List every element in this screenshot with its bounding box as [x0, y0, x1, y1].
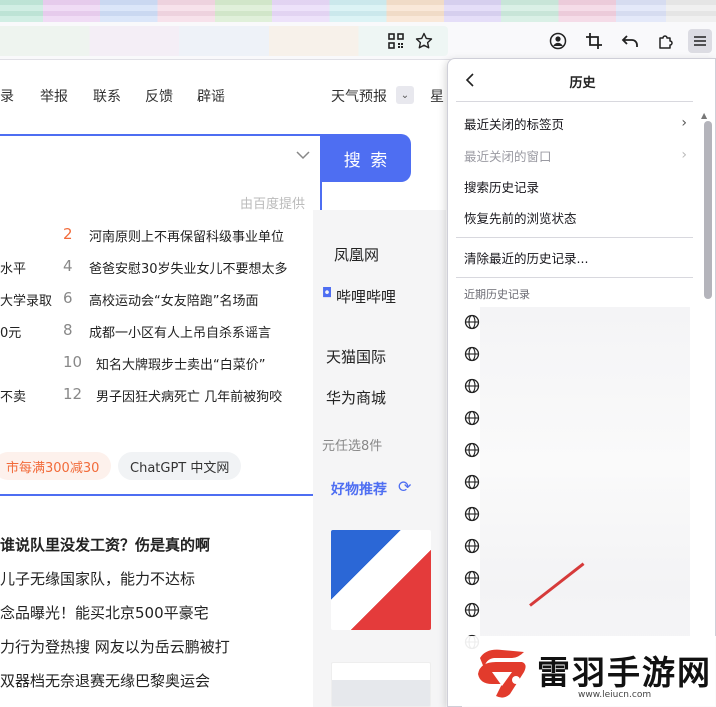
- scroll-up-icon[interactable]: ▲: [701, 111, 707, 120]
- history-entry-globe-icon[interactable]: [464, 506, 484, 526]
- menu-recent-windows: 最近关闭的窗口 ›: [456, 140, 693, 170]
- bilibili-icon: ◘: [322, 286, 333, 301]
- site-link-bilibili[interactable]: 哔哩哔哩: [336, 286, 396, 307]
- site-links-column: [313, 210, 446, 707]
- chevron-down-icon[interactable]: [296, 148, 310, 164]
- hot-item[interactable]: 男子因狂犬病死亡 几年前被狗咬: [96, 386, 282, 405]
- news-item[interactable]: 双器档无奈退赛无缘巴黎奥运会: [0, 670, 210, 691]
- news-item[interactable]: 谁说队里没发工资？伤是真的啊: [0, 534, 210, 555]
- hot-item-fragment[interactable]: 不卖: [0, 386, 26, 405]
- history-entry-globe-icon[interactable]: [464, 474, 484, 494]
- chevron-right-icon: ›: [681, 115, 687, 131]
- panel-title: 历史: [569, 76, 596, 91]
- chatgpt-chip[interactable]: ChatGPT 中文网: [118, 452, 242, 480]
- history-entry-globe-icon[interactable]: [464, 570, 484, 590]
- hot-rank: 10: [63, 353, 83, 371]
- menu-recent-tabs[interactable]: 最近关闭的标签页 ›: [456, 108, 693, 138]
- menu-label: 搜索历史记录: [464, 179, 540, 195]
- nav-link-feedback[interactable]: 反馈: [145, 86, 173, 106]
- hot-rank: 12: [63, 385, 83, 403]
- tab-strip[interactable]: [0, 0, 716, 22]
- weather-dropdown-icon[interactable]: ⌄: [396, 86, 414, 104]
- navigation-toolbar: [0, 22, 716, 60]
- product-ad-image[interactable]: [331, 662, 431, 707]
- nav-link-star[interactable]: 星: [430, 86, 444, 106]
- news-item[interactable]: 力行为登热搜 网友以为岳云鹏被打: [0, 636, 230, 657]
- menu-label: 最近关闭的窗口: [464, 148, 552, 164]
- screenshot-icon[interactable]: [582, 29, 606, 53]
- history-entry-globe-icon[interactable]: [464, 410, 484, 430]
- history-entry-globe-icon[interactable]: [464, 442, 484, 462]
- site-link-tmall[interactable]: 天猫国际: [326, 346, 386, 367]
- history-entry-globe-icon[interactable]: [464, 538, 484, 558]
- divider: [456, 237, 693, 238]
- history-entry-globe-icon[interactable]: [464, 602, 484, 622]
- hot-item[interactable]: 河南原则上不再保留科级事业单位: [89, 226, 284, 245]
- nav-link-report[interactable]: 举报: [40, 86, 68, 106]
- baidu-provider-note: 由百度提供: [240, 197, 306, 212]
- extensions-icon[interactable]: [654, 29, 678, 53]
- url-bar[interactable]: [0, 26, 448, 56]
- menu-search-history[interactable]: 搜索历史记录: [456, 171, 693, 201]
- panel-header: 历史: [448, 59, 715, 101]
- menu-restore-session[interactable]: 恢复先前的浏览状态: [456, 202, 693, 232]
- hot-rank: 6: [63, 289, 73, 307]
- divider: [456, 277, 693, 278]
- account-icon[interactable]: [546, 29, 570, 53]
- site-link-ifeng[interactable]: 凤凰网: [334, 244, 379, 265]
- nav-link[interactable]: 录: [0, 86, 14, 106]
- watermark-name: 雷羽手游网: [537, 653, 712, 692]
- search-dropdown: [0, 134, 322, 496]
- history-entry-globe-icon[interactable]: [464, 314, 484, 334]
- hot-rank: 4: [63, 257, 73, 275]
- chevron-right-icon: ›: [681, 147, 687, 163]
- hot-item[interactable]: 成都一小区有人上吊自杀系谣言: [89, 322, 271, 341]
- qr-code-icon[interactable]: [384, 29, 408, 53]
- nav-link-contact[interactable]: 联系: [93, 86, 121, 106]
- hot-rank: 2: [63, 225, 73, 243]
- hot-item[interactable]: 知名大牌瑕步士卖出“白菜价”: [96, 354, 265, 373]
- nav-link-rumor[interactable]: 辟谣: [197, 86, 225, 106]
- hot-item-fragment[interactable]: 大学录取: [0, 290, 52, 309]
- watermark-url: www.leiucn.com: [578, 690, 652, 700]
- menu-label: 清除最近的历史记录...: [464, 250, 589, 266]
- hot-rank: 8: [63, 321, 73, 339]
- hot-item[interactable]: 爸爸安慰30岁失业女儿不要想太多: [89, 258, 288, 277]
- bookmark-star-icon[interactable]: [412, 29, 436, 53]
- history-panel: 历史 最近关闭的标签页 › 最近关闭的窗口 › 搜索历史记录 恢复先前的浏览状态…: [447, 58, 716, 707]
- product-ad-image[interactable]: [331, 530, 431, 630]
- menu-label: 最近关闭的标签页: [464, 116, 565, 132]
- recommend-title[interactable]: 好物推荐: [331, 479, 387, 499]
- recent-history-label: 近期历史记录: [464, 288, 530, 301]
- menu-icon[interactable]: [688, 29, 712, 53]
- hot-item-fragment[interactable]: 0元: [0, 322, 21, 341]
- nav-link-weather[interactable]: 天气预报: [331, 86, 387, 106]
- hot-item[interactable]: 高校运动会“女友陪跑”名场面: [89, 290, 258, 309]
- news-item[interactable]: 儿子无缘国家队，能力不达标: [0, 568, 195, 589]
- refresh-icon[interactable]: ⟳: [398, 477, 411, 496]
- menu-clear-history[interactable]: 清除最近的历史记录...: [456, 242, 693, 272]
- news-item[interactable]: 念品曝光！能买北京500平豪宅: [0, 602, 209, 623]
- search-button[interactable]: 搜 索: [322, 134, 411, 182]
- leiyu-logo-icon: [472, 644, 530, 700]
- menu-label: 恢复先前的浏览状态: [464, 210, 577, 226]
- history-entry-globe-icon[interactable]: [464, 346, 484, 366]
- promo-chip[interactable]: 市每满300减30: [0, 452, 112, 480]
- history-entry-globe-icon[interactable]: [464, 378, 484, 398]
- scrollbar-thumb[interactable]: [704, 121, 712, 299]
- site-link-huawei[interactable]: 华为商城: [326, 387, 386, 408]
- undo-icon[interactable]: [618, 29, 642, 53]
- hot-item-fragment[interactable]: 水平: [0, 258, 26, 277]
- promo-text[interactable]: 元任选8件: [322, 435, 382, 454]
- divider: [456, 101, 693, 102]
